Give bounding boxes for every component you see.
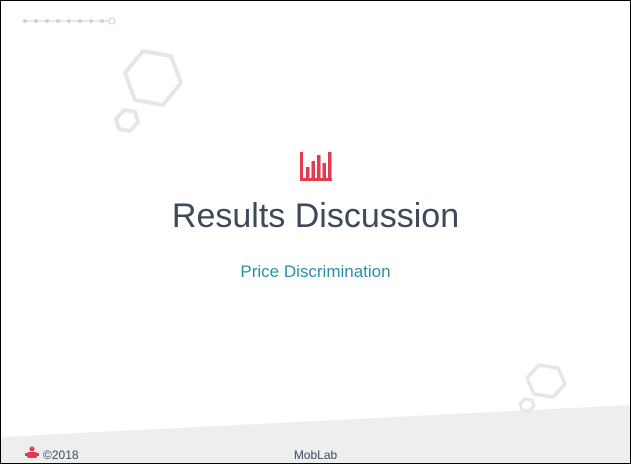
footer-company: MobLab xyxy=(293,448,338,462)
hexagon-decoration-bottom-icon xyxy=(518,363,568,413)
slide: Results Discussion Price Discrimination … xyxy=(0,0,631,464)
